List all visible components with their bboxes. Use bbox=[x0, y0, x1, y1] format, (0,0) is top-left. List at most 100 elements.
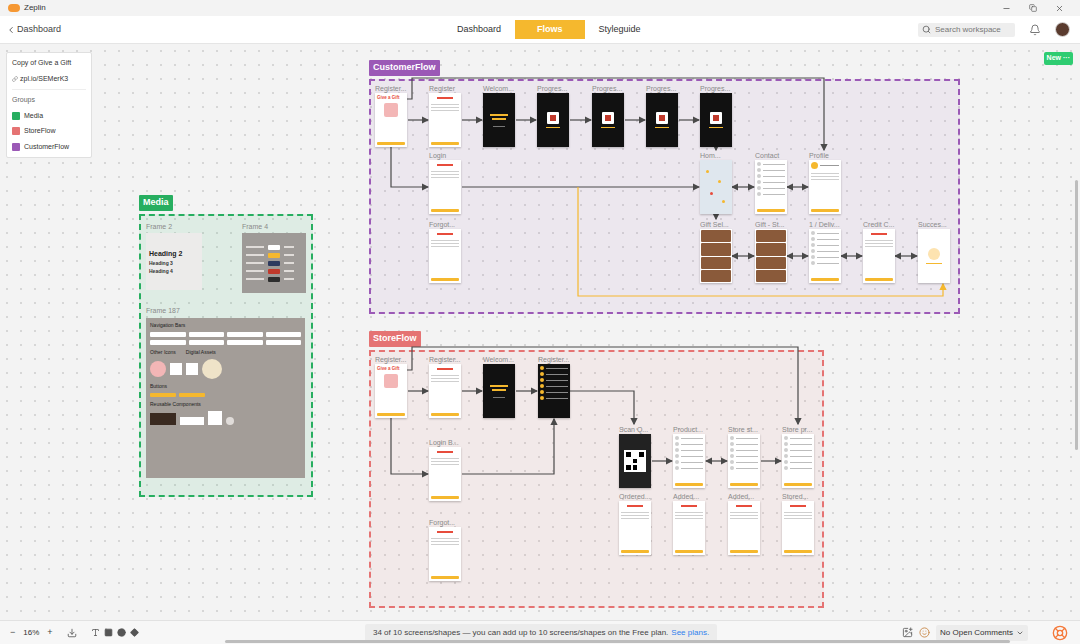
screen-thumbnail[interactable] bbox=[728, 501, 760, 555]
screen-thumbnail[interactable] bbox=[755, 160, 787, 214]
screen-node[interactable]: 1 / Deliv... bbox=[809, 220, 841, 283]
screen-node[interactable]: Welcom... bbox=[483, 355, 515, 418]
group-label[interactable]: StoreFlow bbox=[369, 331, 421, 347]
horizontal-scrollbar[interactable] bbox=[225, 640, 1010, 643]
screen-node[interactable]: Stored... bbox=[782, 492, 814, 555]
screen-node[interactable]: Store pr... bbox=[782, 425, 814, 488]
tab[interactable]: Dashboard bbox=[453, 20, 505, 40]
screen-node[interactable]: Welcom... bbox=[483, 84, 515, 147]
screen-node[interactable]: Ordered... bbox=[619, 492, 651, 555]
comments-dropdown[interactable]: No Open Comments bbox=[936, 625, 1028, 641]
screen-thumbnail[interactable] bbox=[429, 160, 461, 214]
screen-thumbnail[interactable] bbox=[537, 93, 569, 147]
screen-thumbnail[interactable] bbox=[429, 364, 461, 418]
tab[interactable]: Styleguide bbox=[595, 20, 645, 40]
screen-thumbnail[interactable] bbox=[646, 93, 678, 147]
zoom-out-button[interactable]: − bbox=[8, 626, 17, 640]
screen-thumbnail[interactable] bbox=[918, 229, 950, 283]
add-image-icon[interactable] bbox=[902, 627, 913, 638]
screen-node[interactable]: Product... bbox=[673, 425, 705, 488]
screen-thumbnail[interactable] bbox=[673, 501, 705, 555]
download-icon[interactable] bbox=[67, 628, 77, 638]
typography-frame[interactable]: Heading 2Heading 3Heading 4 bbox=[146, 233, 202, 290]
tab[interactable]: Flows bbox=[515, 20, 585, 40]
screen-thumbnail[interactable] bbox=[755, 229, 787, 283]
screen-thumbnail[interactable] bbox=[809, 229, 841, 283]
ellipse-tool-icon[interactable] bbox=[117, 628, 126, 637]
screen-node[interactable]: Hom... bbox=[700, 151, 732, 214]
screen-node[interactable]: Progres... bbox=[537, 84, 569, 147]
search-field[interactable]: Search workspace bbox=[918, 23, 1015, 37]
flow-canvas[interactable]: Copy of Give a Giftzpl.io/SEMerK3GroupsM… bbox=[0, 44, 1080, 620]
screen-thumbnail[interactable]: Give a Gift bbox=[375, 364, 407, 418]
screen-thumbnail[interactable] bbox=[700, 93, 732, 147]
group-label[interactable]: CustomerFlow bbox=[369, 60, 440, 76]
screen-thumbnail[interactable] bbox=[809, 160, 841, 214]
text-tool-icon[interactable] bbox=[91, 628, 100, 637]
screen-node[interactable]: Login B... bbox=[429, 438, 461, 501]
colors-frame[interactable] bbox=[242, 233, 306, 293]
screen-node[interactable]: Added... bbox=[728, 492, 760, 555]
screen-thumbnail[interactable] bbox=[429, 527, 461, 581]
screen-thumbnail[interactable] bbox=[673, 434, 705, 488]
screen-node[interactable]: Gift - St... bbox=[755, 220, 787, 283]
group-item[interactable]: StoreFlow bbox=[12, 126, 86, 137]
screen-node[interactable]: Contact bbox=[755, 151, 787, 214]
screen-thumbnail[interactable] bbox=[483, 364, 515, 418]
zoom-in-button[interactable]: + bbox=[45, 626, 54, 640]
screen-node[interactable]: Progres... bbox=[646, 84, 678, 147]
group-item[interactable]: Media bbox=[12, 111, 86, 122]
screen-node[interactable]: Register...Give a Gift bbox=[375, 355, 407, 418]
screen-thumbnail[interactable] bbox=[728, 434, 760, 488]
screen-node[interactable]: Succes... bbox=[918, 220, 950, 283]
screen-thumbnail[interactable] bbox=[429, 229, 461, 283]
screen-thumbnail[interactable] bbox=[592, 93, 624, 147]
project-link[interactable]: zpl.io/SEMerK3 bbox=[12, 74, 86, 85]
notification-icon[interactable] bbox=[1029, 24, 1041, 36]
screen-thumbnail[interactable]: Give a Gift bbox=[375, 93, 407, 147]
screen-node[interactable]: Credit C... bbox=[863, 220, 895, 283]
screen-thumbnail[interactable] bbox=[619, 501, 651, 555]
screen-node[interactable]: Scan Q... bbox=[619, 425, 651, 488]
see-plans-link[interactable]: See plans. bbox=[671, 627, 709, 639]
screen-thumbnail[interactable] bbox=[483, 93, 515, 147]
screen-thumbnail[interactable] bbox=[863, 229, 895, 283]
screen-node[interactable]: Login bbox=[429, 151, 461, 214]
screen-thumbnail[interactable] bbox=[782, 434, 814, 488]
screen-node[interactable]: Register... bbox=[429, 355, 461, 418]
screen-thumbnail[interactable] bbox=[700, 160, 732, 214]
screen-thumbnail[interactable] bbox=[429, 93, 461, 147]
avatar[interactable] bbox=[1055, 22, 1070, 37]
screen-node[interactable]: Gift Sel... bbox=[700, 220, 732, 283]
screen-thumbnail[interactable] bbox=[429, 447, 461, 501]
screen-thumbnail[interactable] bbox=[619, 434, 651, 488]
diamond-tool-icon[interactable] bbox=[130, 628, 139, 637]
screen-node[interactable]: Forgot... bbox=[429, 518, 461, 581]
screen-node[interactable]: Register... bbox=[538, 355, 570, 418]
zoom-level[interactable]: 16% bbox=[23, 627, 39, 639]
close-icon[interactable] bbox=[1055, 4, 1064, 13]
screen-node[interactable]: Progres... bbox=[700, 84, 732, 147]
screen-thumbnail[interactable] bbox=[700, 229, 732, 283]
screen-node[interactable]: Register bbox=[429, 84, 461, 147]
screen-node[interactable]: Forgot... bbox=[429, 220, 461, 283]
screen-thumbnail[interactable] bbox=[782, 501, 814, 555]
screen-thumbnail[interactable] bbox=[538, 364, 570, 418]
user-icon[interactable] bbox=[919, 627, 930, 638]
restore-icon[interactable] bbox=[1029, 4, 1037, 12]
screen-node[interactable]: Profile bbox=[809, 151, 841, 214]
vertical-scrollbar[interactable] bbox=[1075, 180, 1078, 450]
group-item[interactable]: CustomerFlow bbox=[12, 142, 86, 153]
components-frame[interactable]: Navigation BarsOther IconsDigital Assets… bbox=[146, 318, 305, 478]
new-badge[interactable]: New··· bbox=[1044, 52, 1073, 65]
screen-node[interactable]: Store st... bbox=[728, 425, 760, 488]
screen-node[interactable]: Progres... bbox=[592, 84, 624, 147]
help-icon[interactable] bbox=[1052, 625, 1068, 641]
rectangle-tool-icon[interactable] bbox=[104, 628, 113, 637]
minimize-icon[interactable] bbox=[1002, 4, 1011, 13]
group-label[interactable]: Media bbox=[139, 195, 173, 211]
back-link[interactable]: Dashboard bbox=[6, 23, 453, 37]
screen-node[interactable]: Added... bbox=[673, 492, 705, 555]
media-group[interactable]: Frame 2Heading 2Heading 3Heading 4Frame … bbox=[139, 214, 313, 497]
screen-node[interactable]: Register...Give a Gift bbox=[375, 84, 407, 147]
